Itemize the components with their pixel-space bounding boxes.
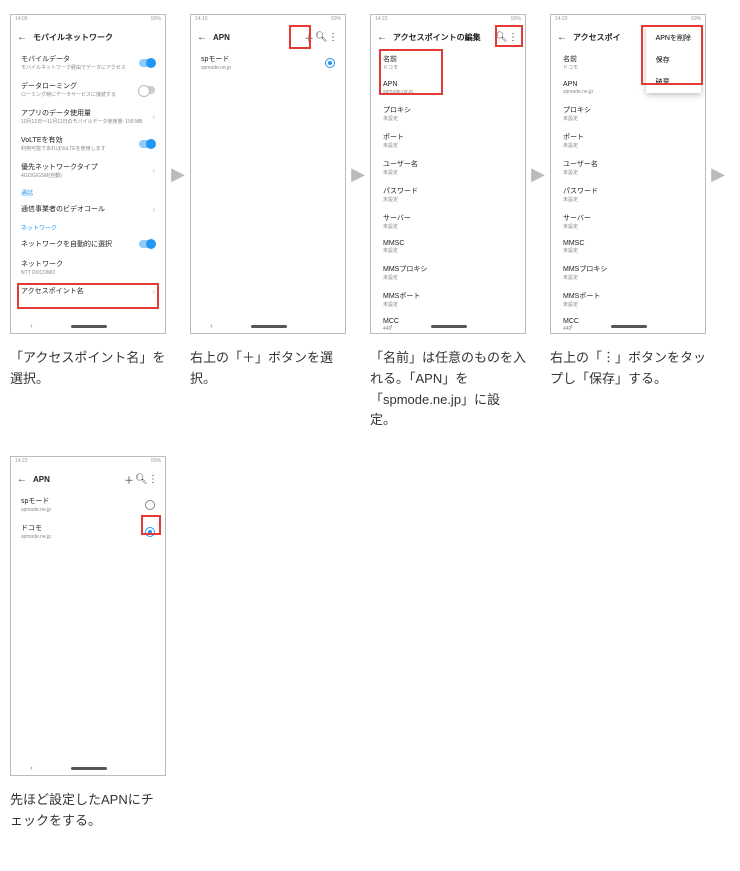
radio-icon[interactable] [145,500,155,510]
phone-step-1: 14:0950% ← モバイルネットワーク モバイルデータモバイルネットワーク経… [10,14,166,334]
section-network: ネットワーク [11,219,165,234]
apn-edit-form: 名前ドコモ APNspmode.ne.jp プロキシ未設定 ポート未設定 ユーザ… [371,49,525,334]
setting-network-gray: ネットワークNTT DOCOMO [11,254,165,281]
field-mmsc[interactable]: MMSC未設定 [371,235,525,259]
menu-delete[interactable]: APNを削除 [646,27,701,49]
arrow-icon: ▶ [526,14,550,334]
phone-step-2: 14:1050% ← APN ＋ 🔍︎ ⋮ spモードspmode.ne.jp … [190,14,346,334]
search-icon[interactable]: 🔍︎ [135,474,147,485]
back-icon[interactable]: ← [377,32,387,43]
setting-auto-select[interactable]: ネットワークを自動的に選択 [11,234,165,254]
caption-step-5: 先ほど設定したAPNにチェックをする。 [10,790,166,832]
field-pass[interactable]: パスワード未設定 [551,181,705,208]
chevron-right-icon: › [152,205,155,214]
field-server[interactable]: サーバー未設定 [371,208,525,235]
menu-discard[interactable]: 破棄 [646,71,701,93]
title-bar: ← アクセスポイントの編集 🔍︎ ⋮ [371,25,525,49]
field-mmsproxy[interactable]: MMSプロキシ未設定 [371,259,525,286]
status-bar: 14:1050% [191,15,345,25]
toggle-icon[interactable] [139,86,155,94]
nav-bar: ‹ [191,319,345,333]
toggle-icon[interactable] [139,59,155,67]
page-title: モバイルネットワーク [33,32,159,43]
field-pass[interactable]: パスワード未設定 [371,181,525,208]
phone-step-3: 14:2350% ← アクセスポイントの編集 🔍︎ ⋮ 名前ドコモ APNspm… [370,14,526,334]
chevron-right-icon: › [152,166,155,175]
arrow-icon: ▶ [166,14,190,334]
setting-roaming[interactable]: データローミングローミング時にデータサービスに接続する [11,76,165,103]
field-port[interactable]: ポート未設定 [371,127,525,154]
chevron-right-icon: › [152,287,155,296]
more-icon[interactable]: ⋮ [147,474,159,485]
page-title: アクセスポイントの編集 [393,32,495,43]
status-bar: 14:2350% [551,15,705,25]
field-user[interactable]: ユーザー名未設定 [371,154,525,181]
setting-apn[interactable]: アクセスポイント名 › [11,281,165,301]
phone-step-5: 14:2350% ← APN ＋ 🔍︎ ⋮ spモードspmode.ne.jp … [10,456,166,776]
field-mmsport[interactable]: MMSポート未設定 [371,286,525,313]
section-calls: 通話 [11,184,165,199]
setting-calls[interactable]: 通信事業者のビデオコール › [11,199,165,219]
field-proxy[interactable]: プロキシ未設定 [371,100,525,127]
status-bar: 14:2350% [11,457,165,467]
status-bar: 14:2350% [371,15,525,25]
setting-app-usage[interactable]: アプリのデータ使用量10月12日～11月11日のモバイルデータ使用量: 158 … [11,103,165,130]
field-port[interactable]: ポート未設定 [551,127,705,154]
setting-net-type[interactable]: 優先ネットワークタイプ4G/3G/GSM(自動) › [11,157,165,184]
field-server[interactable]: サーバー未設定 [551,208,705,235]
apn-item-spmode[interactable]: spモードspmode.ne.jp [11,491,165,518]
field-name[interactable]: 名前ドコモ [371,49,525,76]
overflow-menu: APNを削除 保存 破棄 [646,27,701,93]
field-user[interactable]: ユーザー名未設定 [551,154,705,181]
radio-icon[interactable] [325,58,335,68]
chevron-right-icon: › [152,112,155,121]
title-bar: ← APN ＋ 🔍︎ ⋮ [191,25,345,49]
nav-bar: ‹ [11,761,165,775]
apn-item-spmode[interactable]: spモードspmode.ne.jp [191,49,345,76]
search-icon[interactable]: 🔍︎ [315,32,327,43]
arrow-icon: ▶ [706,14,730,334]
back-icon[interactable]: ← [197,32,207,43]
title-bar: ← APN ＋ 🔍︎ ⋮ [11,467,165,491]
phone-step-4: 14:2350% ← アクセスポイ 名前ドコモ APNspmode.ne.jp … [550,14,706,334]
field-mmsproxy[interactable]: MMSプロキシ未設定 [551,259,705,286]
nav-bar: ‹ [371,319,525,333]
arrow-icon: ▶ [346,14,370,334]
back-icon[interactable]: ← [17,474,27,485]
nav-bar: ‹ [551,319,705,333]
back-icon[interactable]: ← [557,32,567,43]
caption-step-3: 「名前」は任意のものを入れる。「APN」を「spmode.ne.jp」に設定。 [370,348,526,431]
more-icon[interactable]: ⋮ [327,32,339,43]
field-mmsc[interactable]: MMSC未設定 [551,235,705,259]
toggle-icon[interactable] [139,240,155,248]
apn-item-docomo[interactable]: ドコモspmode.ne.jp [11,518,165,545]
caption-step-1: 「アクセスポイント名」を選択。 [10,348,166,390]
field-apn[interactable]: APNspmode.ne.jp [371,76,525,100]
add-icon[interactable]: ＋ [123,472,135,487]
more-icon[interactable]: ⋮ [507,32,519,43]
field-mmsport[interactable]: MMSポート未設定 [551,286,705,313]
field-proxy[interactable]: プロキシ未設定 [551,100,705,127]
title-bar: ← モバイルネットワーク [11,25,165,49]
toggle-icon[interactable] [139,140,155,148]
search-icon[interactable]: 🔍︎ [495,32,507,43]
add-icon[interactable]: ＋ [303,30,315,45]
setting-mobile-data[interactable]: モバイルデータモバイルネットワーク経由でデータにアクセス [11,49,165,76]
radio-icon[interactable] [145,527,155,537]
setting-volte[interactable]: VoLTEを有効利用可能であればVoLTEを使用します [11,130,165,157]
status-bar: 14:0950% [11,15,165,25]
nav-bar: ‹ [11,319,165,333]
menu-save[interactable]: 保存 [646,49,701,71]
back-icon[interactable]: ← [17,32,27,43]
caption-step-4: 右上の「︙」ボタンをタップし「保存」する。 [550,348,706,390]
page-title: APN [33,475,123,484]
caption-step-2: 右上の「＋」ボタンを選択。 [190,348,346,390]
page-title: APN [213,33,303,42]
